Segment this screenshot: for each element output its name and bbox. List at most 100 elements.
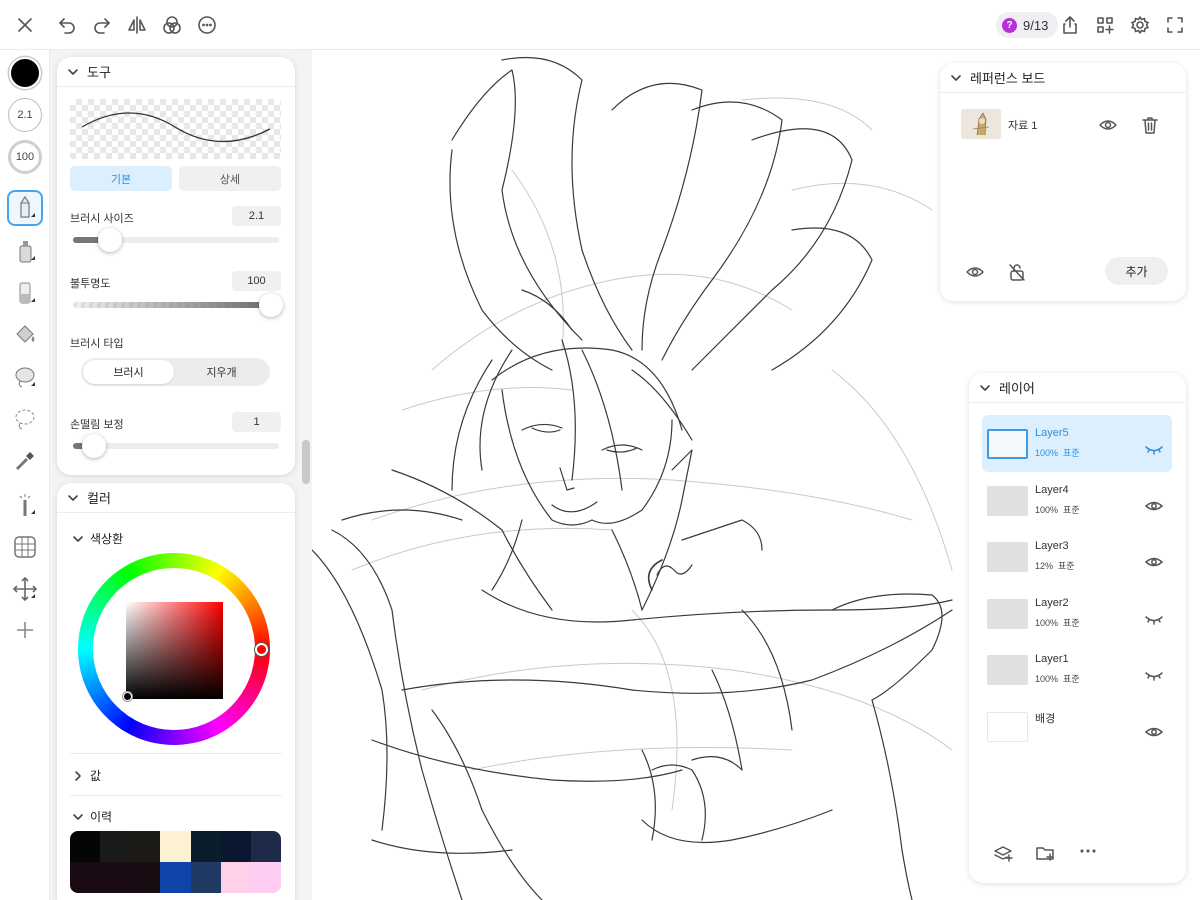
layer-meta: 12% 표준: [1035, 559, 1075, 572]
eye-icon[interactable]: [1144, 499, 1164, 513]
history-swatch[interactable]: [160, 862, 191, 893]
history-swatch[interactable]: [100, 862, 131, 893]
color-swatch-button[interactable]: [7, 55, 43, 91]
saturation-value-picker[interactable]: [126, 602, 223, 699]
more-icon[interactable]: [192, 10, 222, 40]
fullscreen-icon[interactable]: [1160, 10, 1190, 40]
color-wheel-header[interactable]: 색상환: [72, 530, 123, 547]
opacity-value[interactable]: 100: [232, 271, 281, 291]
brush-size-slider[interactable]: [73, 228, 279, 252]
eye-closed-icon[interactable]: [1145, 612, 1163, 626]
blur-tool-button[interactable]: [7, 275, 43, 311]
move-tool-button[interactable]: [7, 571, 43, 607]
pen-tool-button[interactable]: [7, 190, 43, 226]
grid-tool-button[interactable]: [7, 529, 43, 565]
brush-opacity-indicator: 100: [8, 140, 42, 174]
share-icon[interactable]: [1055, 10, 1085, 40]
blend-icon[interactable]: [157, 10, 187, 40]
layer-row[interactable]: Layer5 100% 표준: [982, 415, 1172, 472]
saturation-value-knob[interactable]: [123, 692, 132, 701]
layer-row[interactable]: Layer4 100% 표준: [982, 472, 1172, 529]
history-swatch[interactable]: [250, 862, 281, 893]
history-swatch[interactable]: [220, 831, 251, 862]
lasso-tool-button[interactable]: [7, 359, 43, 395]
chevron-down-icon: [67, 492, 79, 504]
divider: [70, 795, 282, 796]
layer-row[interactable]: Layer1 100% 표준: [982, 641, 1172, 698]
chevron-down-icon: [979, 382, 991, 394]
history-label: 이력: [90, 810, 113, 824]
settings-icon[interactable]: [1125, 10, 1155, 40]
brush-opacity-button[interactable]: 100: [7, 139, 43, 175]
history-swatch[interactable]: [70, 862, 101, 893]
eye-closed-icon[interactable]: [1145, 668, 1163, 682]
stabilizer-slider[interactable]: [73, 434, 279, 458]
eye-icon[interactable]: [965, 262, 985, 282]
layer-meta: 100% 표준: [1035, 616, 1080, 629]
color-panel-header[interactable]: 컬러: [57, 483, 295, 513]
add-reference-button[interactable]: 추가: [1105, 257, 1168, 285]
layer-blend-mode: 표준: [1058, 561, 1075, 572]
layer-thumbnail: [987, 712, 1028, 742]
layers-panel-title: 레이어: [999, 381, 1035, 396]
add-widget-icon[interactable]: [1090, 10, 1120, 40]
undo-icon[interactable]: [52, 10, 82, 40]
layers-panel-header[interactable]: 레이어: [969, 373, 1186, 403]
lock-off-icon[interactable]: [1007, 262, 1027, 282]
stabilizer-value[interactable]: 1: [232, 412, 281, 432]
tool-panel-header[interactable]: 도구: [57, 57, 295, 87]
brush-size-value[interactable]: 2.1: [232, 206, 281, 226]
add-tool-button[interactable]: [7, 612, 43, 648]
layer-row[interactable]: Layer2 100% 표준: [982, 585, 1172, 642]
layer-row[interactable]: 배경: [982, 698, 1172, 755]
fill-icon: [16, 325, 35, 343]
history-swatch[interactable]: [130, 862, 161, 893]
value-header[interactable]: 값: [72, 767, 101, 784]
chevron-down-icon: [72, 533, 84, 545]
layer-name: 배경: [1035, 713, 1056, 725]
history-swatch[interactable]: [160, 831, 191, 862]
brush-type-eraser[interactable]: 지우개: [176, 360, 267, 384]
reference-board-header[interactable]: 레퍼런스 보드: [940, 63, 1186, 93]
page-counter-badge[interactable]: ? 9/13: [996, 12, 1059, 38]
history-header[interactable]: 이력: [72, 808, 112, 825]
history-swatch[interactable]: [190, 831, 221, 862]
layer-row[interactable]: Layer3 12% 표준: [982, 528, 1172, 585]
tool-rail: 2.1 100: [0, 50, 50, 900]
layer-blend-mode: 표준: [1063, 448, 1080, 458]
brush-type-brush[interactable]: 브러시: [83, 360, 174, 384]
stabilizer-knob[interactable]: [81, 434, 106, 458]
add-folder-icon[interactable]: [1035, 843, 1055, 863]
close-icon[interactable]: [10, 10, 40, 40]
brush-size-knob[interactable]: [98, 228, 123, 252]
history-swatch[interactable]: [100, 831, 131, 862]
history-swatch[interactable]: [130, 831, 161, 862]
layers-panel: 레이어 Layer5 100% 표준 Layer4 100% 표준 Layer3 12% …: [969, 373, 1186, 883]
eye-icon[interactable]: [1144, 725, 1164, 739]
fill-tool-button[interactable]: [7, 317, 43, 353]
redo-icon[interactable]: [87, 10, 117, 40]
brush-size-button[interactable]: 2.1: [7, 97, 43, 133]
eye-icon[interactable]: [1144, 555, 1164, 569]
opacity-knob[interactable]: [259, 293, 283, 317]
tab-basic[interactable]: 기본: [70, 166, 172, 191]
add-layer-icon[interactable]: [993, 843, 1013, 863]
trash-icon[interactable]: [1140, 115, 1160, 135]
history-swatch[interactable]: [190, 862, 221, 893]
history-swatch[interactable]: [250, 831, 281, 862]
panel-collapse-handle[interactable]: [302, 440, 310, 484]
reference-thumbnail[interactable]: [961, 109, 1001, 139]
eyedropper-tool-button[interactable]: [7, 443, 43, 479]
flip-icon[interactable]: [122, 10, 152, 40]
eye-icon[interactable]: [1098, 115, 1118, 135]
tab-detail[interactable]: 상세: [179, 166, 281, 191]
history-swatch[interactable]: [220, 862, 251, 893]
history-swatch[interactable]: [70, 831, 101, 862]
hue-knob[interactable]: [255, 643, 268, 656]
more-icon[interactable]: [1078, 841, 1098, 861]
airbrush-tool-button[interactable]: [7, 233, 43, 269]
magic-wand-tool-button[interactable]: [7, 487, 43, 523]
selection-tool-button[interactable]: [7, 401, 43, 437]
opacity-slider[interactable]: [73, 293, 283, 317]
eye-closed-icon[interactable]: [1145, 442, 1163, 456]
